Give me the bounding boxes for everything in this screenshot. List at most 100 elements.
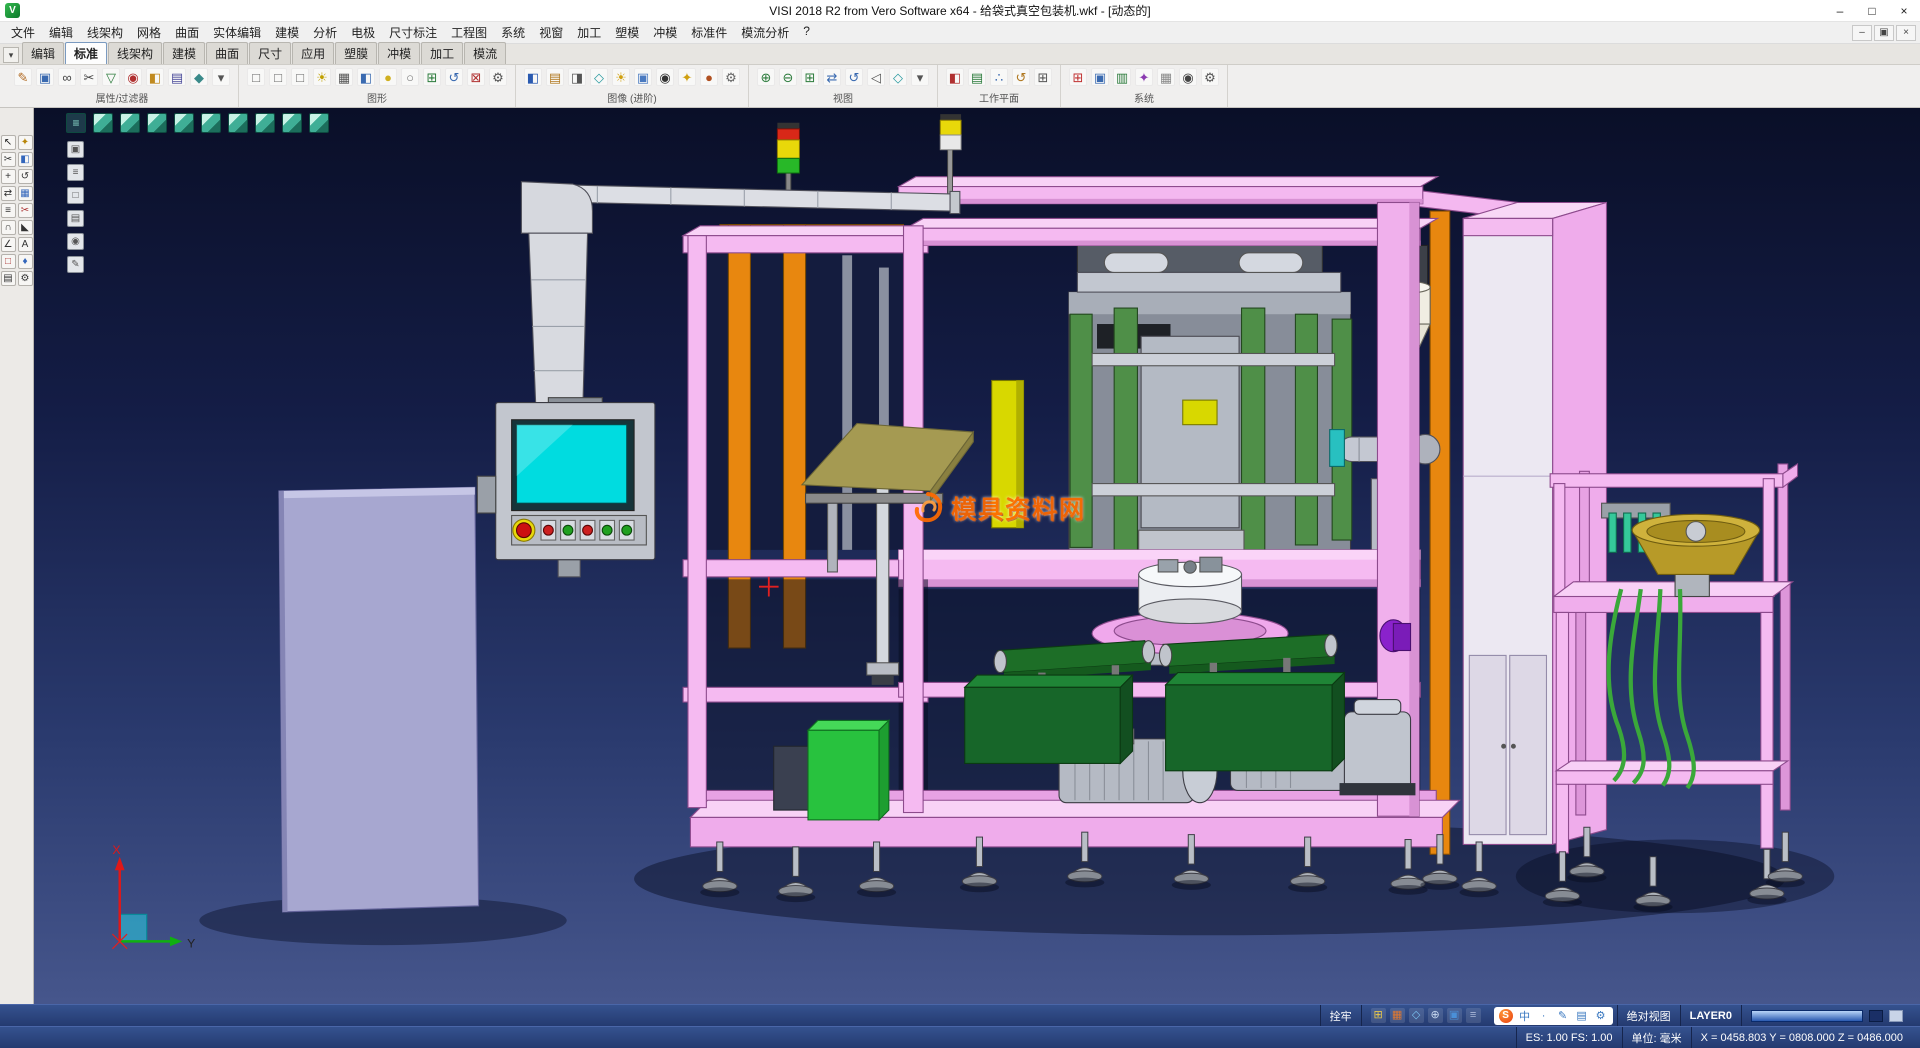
filter-icon[interactable]: ▽ xyxy=(102,68,120,86)
previous-view-icon[interactable]: ◁ xyxy=(867,68,885,86)
sys-database-icon[interactable]: ▥ xyxy=(1113,68,1131,86)
model-3d-packaging-machine[interactable]: X Y xyxy=(34,108,1920,1004)
cpl-xy-icon[interactable]: ◧ xyxy=(946,68,964,86)
ime-punct-icon[interactable]: · xyxy=(1537,1010,1551,1022)
cpl-reset-icon[interactable]: ⊞ xyxy=(1034,68,1052,86)
toolbar-tab[interactable]: 冲模 xyxy=(378,42,420,64)
viewport-canvas[interactable]: ≡ ▣≡□▤◉✎ xyxy=(34,108,1920,1004)
axonometric-left-view-icon[interactable] xyxy=(282,113,302,133)
sys-palette-icon[interactable]: ⊞ xyxy=(1069,68,1087,86)
chain-icon[interactable]: ∞ xyxy=(58,68,76,86)
ime-settings-icon[interactable]: ⚙ xyxy=(1594,1009,1608,1022)
reflection-icon[interactable]: ◇ xyxy=(590,68,608,86)
filter-menu-icon[interactable]: ▾ xyxy=(212,68,230,86)
settings-icon[interactable]: ⚙ xyxy=(18,271,33,286)
select-arrow-icon[interactable]: ↖ xyxy=(1,135,16,150)
box-select-icon[interactable]: □ xyxy=(67,187,84,204)
front-view-icon[interactable] xyxy=(120,113,140,133)
erase-icon[interactable]: □ xyxy=(1,254,16,269)
menu-item[interactable]: 编辑 xyxy=(42,22,80,43)
menu-item[interactable]: 建模 xyxy=(268,22,306,43)
pan-icon[interactable]: ⇄ xyxy=(823,68,841,86)
osnap-icon[interactable]: ⊞ xyxy=(1371,1008,1386,1023)
cpl-face-icon[interactable]: ▤ xyxy=(968,68,986,86)
menu-item[interactable]: 曲面 xyxy=(168,22,206,43)
toolbar-tab[interactable]: 建模 xyxy=(163,42,205,64)
tab-dropdown-button[interactable]: ▾ xyxy=(3,47,19,63)
fillet-icon[interactable]: ∩ xyxy=(1,220,16,235)
light-icon[interactable]: ✦ xyxy=(678,68,696,86)
menu-item[interactable]: 实体编辑 xyxy=(206,22,268,43)
menu-item[interactable]: 工程图 xyxy=(444,22,494,43)
graphic-list-icon[interactable]: □ xyxy=(247,68,265,86)
sogou-logo-icon[interactable]: S xyxy=(1499,1009,1513,1023)
zoom-out-icon[interactable]: ⊖ xyxy=(779,68,797,86)
menu-item[interactable]: 尺寸标注 xyxy=(382,22,444,43)
bulb-on-icon[interactable]: ● xyxy=(379,68,397,86)
lock-icon[interactable]: ◉ xyxy=(67,233,84,250)
rotate-icon[interactable]: ↺ xyxy=(18,169,33,184)
mdi-close-button[interactable]: × xyxy=(1896,25,1916,41)
graphic-group-icon[interactable]: □ xyxy=(291,68,309,86)
attr-brush-icon[interactable]: ✎ xyxy=(14,68,32,86)
toolbar-tab[interactable]: 应用 xyxy=(292,42,334,64)
measure-icon[interactable]: ∠ xyxy=(1,237,16,252)
bottom-view-icon[interactable] xyxy=(255,113,275,133)
quick-pick-icon[interactable]: ◉ xyxy=(124,68,142,86)
unchain-icon[interactable]: ✂ xyxy=(80,68,98,86)
menu-item[interactable]: 电极 xyxy=(344,22,382,43)
shadow-icon[interactable]: ◨ xyxy=(568,68,586,86)
close-button[interactable]: × xyxy=(1888,0,1920,21)
view-mode-cell[interactable]: 绝对视图 xyxy=(1617,1005,1680,1026)
menu-item[interactable]: 模流分析 xyxy=(734,22,796,43)
menu-item[interactable]: 塑模 xyxy=(608,22,646,43)
select-type-icon[interactable]: ◆ xyxy=(190,68,208,86)
offset-icon[interactable]: ≡ xyxy=(1,203,16,218)
pin-icon[interactable]: ♦ xyxy=(18,254,33,269)
ime-keyboard-icon[interactable]: ▤ xyxy=(1575,1009,1589,1022)
axonometric-right-view-icon[interactable] xyxy=(309,113,329,133)
layer-color-bar[interactable] xyxy=(1751,1010,1863,1022)
menu-item[interactable]: 冲模 xyxy=(646,22,684,43)
color-chip-light[interactable] xyxy=(1889,1010,1903,1022)
clipboard-icon[interactable]: ▣ xyxy=(67,141,84,158)
back-view-icon[interactable] xyxy=(147,113,167,133)
graphic-settings-icon[interactable]: ⚙ xyxy=(489,68,507,86)
redraw-icon[interactable]: ↺ xyxy=(445,68,463,86)
lock-cell[interactable]: 拴牢 xyxy=(1320,1005,1361,1026)
box-zoom-icon[interactable]: ⊞ xyxy=(423,68,441,86)
chamfer-icon[interactable]: ◣ xyxy=(18,220,33,235)
grid-snap-icon[interactable]: ▦ xyxy=(1390,1008,1405,1023)
layers-icon[interactable]: ▤ xyxy=(1,271,16,286)
texture-icon[interactable]: ▤ xyxy=(546,68,564,86)
menu-item[interactable]: 线架构 xyxy=(80,22,130,43)
list-icon[interactable]: ≡ xyxy=(67,164,84,181)
background-icon[interactable]: ▣ xyxy=(634,68,652,86)
sys-config-icon[interactable]: ⚙ xyxy=(1201,68,1219,86)
lineweight-icon[interactable]: ≡ xyxy=(1466,1008,1481,1023)
orbit-icon[interactable]: ↺ xyxy=(845,68,863,86)
graphic-db-icon[interactable]: □ xyxy=(269,68,287,86)
move-icon[interactable]: + xyxy=(1,169,16,184)
camera-icon[interactable]: ◉ xyxy=(656,68,674,86)
dyn-input-icon[interactable]: ▣ xyxy=(1447,1008,1462,1023)
trim-icon[interactable]: ✂ xyxy=(18,203,33,218)
sys-capture-icon[interactable]: ◉ xyxy=(1179,68,1197,86)
ime-mode-icon[interactable]: 中 xyxy=(1518,1008,1532,1024)
polar-icon[interactable]: ◇ xyxy=(1409,1008,1424,1023)
toolbar-tab[interactable]: 加工 xyxy=(421,42,463,64)
maximize-button[interactable]: □ xyxy=(1856,0,1888,21)
document-icon[interactable]: ▤ xyxy=(67,210,84,227)
zoom-in-icon[interactable]: ⊕ xyxy=(757,68,775,86)
minimize-button[interactable]: – xyxy=(1824,0,1856,21)
paste-icon[interactable]: ◧ xyxy=(18,152,33,167)
attr-copy-icon[interactable]: ▣ xyxy=(36,68,54,86)
mirror-icon[interactable]: ⇄ xyxy=(1,186,16,201)
select-color-icon[interactable]: ◧ xyxy=(146,68,164,86)
toolbar-tab[interactable]: 编辑 xyxy=(22,42,64,64)
menu-item[interactable]: 文件 xyxy=(4,22,42,43)
menu-item[interactable]: 分析 xyxy=(306,22,344,43)
menu-item[interactable]: 标准件 xyxy=(684,22,734,43)
array-icon[interactable]: ▦ xyxy=(18,186,33,201)
sys-macro-icon[interactable]: ✦ xyxy=(1135,68,1153,86)
